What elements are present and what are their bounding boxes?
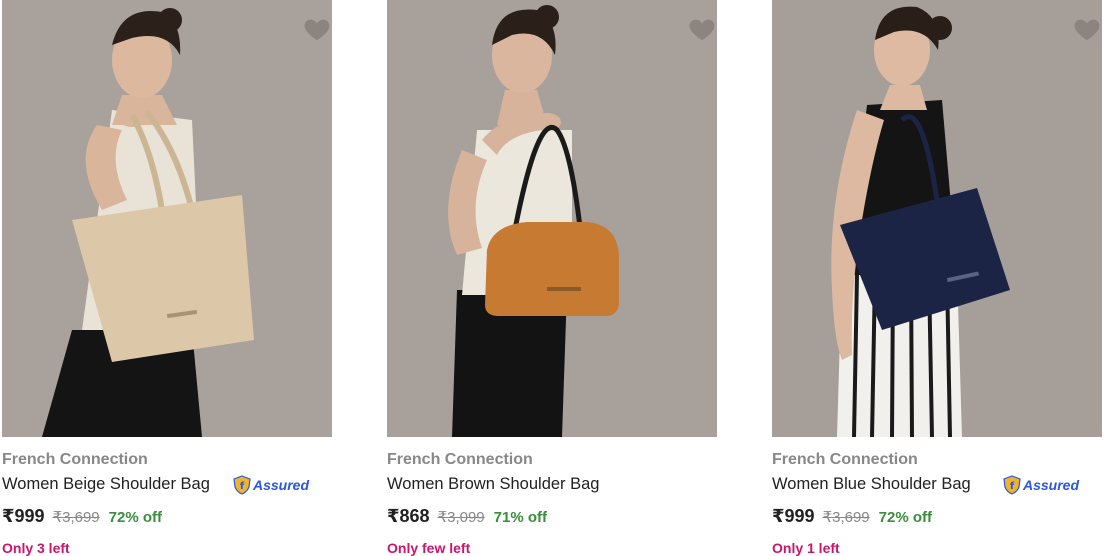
product-photo: [2, 0, 332, 437]
stock-status: Only 1 left: [772, 540, 840, 556]
product-card[interactable]: French Connection Women Blue Shoulder Ba…: [772, 0, 1102, 556]
assured-shield-icon: f: [233, 475, 251, 495]
heart-icon[interactable]: [302, 14, 332, 44]
product-image[interactable]: [387, 0, 717, 437]
selling-price: ₹999: [772, 506, 815, 526]
assured-badge: f Assured: [1003, 474, 1079, 496]
discount-label: 72% off: [108, 509, 162, 526]
product-title[interactable]: Women Beige Shoulder Bag: [2, 475, 210, 494]
product-brand: French Connection: [772, 451, 918, 468]
original-price: ₹3,699: [52, 509, 100, 526]
product-brand: French Connection: [387, 451, 533, 468]
product-title[interactable]: Women Blue Shoulder Bag: [772, 475, 971, 494]
heart-icon[interactable]: [1072, 14, 1102, 44]
stock-status: Only 3 left: [2, 540, 70, 556]
price-row: ₹868 ₹3,099 71% off: [387, 506, 547, 527]
assured-badge: f Assured: [233, 474, 309, 496]
assured-label: Assured: [253, 477, 310, 493]
product-photo: [772, 0, 1102, 437]
product-card[interactable]: French Connection Women Beige Shoulder B…: [2, 0, 332, 556]
product-photo: [387, 0, 717, 437]
stock-status: Only few left: [387, 540, 471, 556]
product-card[interactable]: French Connection Women Brown Shoulder B…: [387, 0, 717, 556]
product-brand: French Connection: [2, 451, 148, 468]
svg-text:f: f: [240, 481, 245, 492]
product-title[interactable]: Women Brown Shoulder Bag: [387, 475, 599, 494]
original-price: ₹3,699: [822, 509, 870, 526]
price-row: ₹999 ₹3,699 72% off: [2, 506, 162, 527]
discount-label: 71% off: [493, 509, 547, 526]
svg-text:f: f: [1010, 481, 1015, 492]
assured-shield-icon: f: [1003, 475, 1021, 495]
original-price: ₹3,099: [437, 509, 485, 526]
heart-icon[interactable]: [687, 14, 717, 44]
selling-price: ₹868: [387, 506, 430, 526]
price-row: ₹999 ₹3,699 72% off: [772, 506, 932, 527]
selling-price: ₹999: [2, 506, 45, 526]
product-image[interactable]: [772, 0, 1102, 437]
product-image[interactable]: [2, 0, 332, 437]
discount-label: 72% off: [878, 509, 932, 526]
assured-label: Assured: [1023, 477, 1080, 493]
